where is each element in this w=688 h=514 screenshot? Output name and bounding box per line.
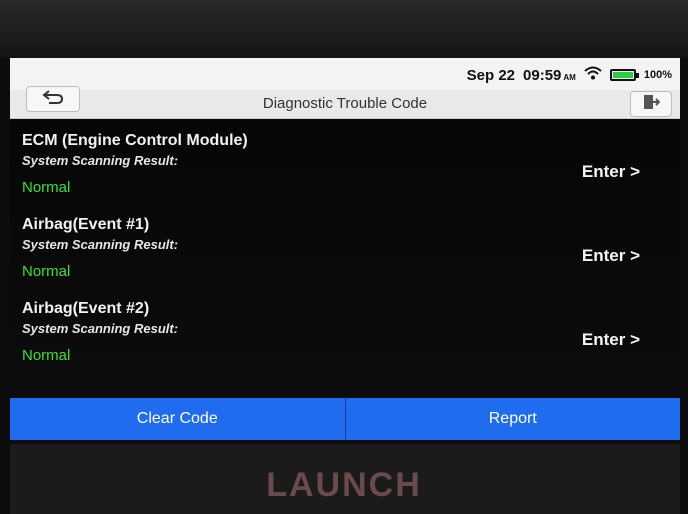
status-time-group: 09:59 AM xyxy=(523,67,576,84)
enter-button-airbag-2[interactable]: Enter > xyxy=(582,330,640,350)
device-frame-top xyxy=(0,0,688,58)
module-name: Airbag(Event #1) xyxy=(22,216,150,233)
title-bar: Diagnostic Trouble Code xyxy=(10,86,680,119)
enter-button-airbag-1[interactable]: Enter > xyxy=(582,246,640,266)
module-name: Airbag(Event #2) xyxy=(22,300,150,317)
status-time: 09:59 xyxy=(523,66,562,84)
module-row-airbag-1: Airbag(Event #1) System Scanning Result:… xyxy=(10,216,680,302)
enter-button-ecm[interactable]: Enter > xyxy=(582,162,640,182)
exit-door-icon xyxy=(642,93,661,116)
battery-percent: 100% xyxy=(643,69,672,81)
status-ampm: AM xyxy=(563,72,576,82)
battery-icon xyxy=(609,69,639,81)
scan-result-label: System Scanning Result: xyxy=(22,237,179,252)
device-screen: Sep 22 09:59 AM 100% Diagnostic Trouble … xyxy=(10,58,680,444)
scan-result-status: Normal xyxy=(22,347,71,364)
action-bar: Clear Code Report xyxy=(10,398,680,440)
exit-button[interactable] xyxy=(630,91,672,117)
module-name: ECM (Engine Control Module) xyxy=(22,132,248,149)
scan-result-label: System Scanning Result: xyxy=(22,321,179,336)
module-row-airbag-2: Airbag(Event #2) System Scanning Result:… xyxy=(10,300,680,386)
page-title: Diagnostic Trouble Code xyxy=(262,95,428,112)
status-indicators: Sep 22 09:59 AM 100% xyxy=(467,66,672,84)
status-date: Sep 22 xyxy=(466,66,516,84)
scan-result-status: Normal xyxy=(22,263,71,280)
scan-result-label: System Scanning Result: xyxy=(22,153,179,168)
device-bezel-left xyxy=(0,58,10,514)
module-row-ecm: ECM (Engine Control Module) System Scann… xyxy=(10,132,680,218)
device-brand-logo: LAUNCH xyxy=(266,466,422,504)
report-button[interactable]: Report xyxy=(344,398,681,440)
clear-code-button[interactable]: Clear Code xyxy=(10,398,345,440)
device-bezel-right xyxy=(680,58,688,514)
scan-result-status: Normal xyxy=(22,179,71,196)
wifi-icon xyxy=(584,66,602,84)
status-bar: Sep 22 09:59 AM 100% xyxy=(10,58,680,90)
